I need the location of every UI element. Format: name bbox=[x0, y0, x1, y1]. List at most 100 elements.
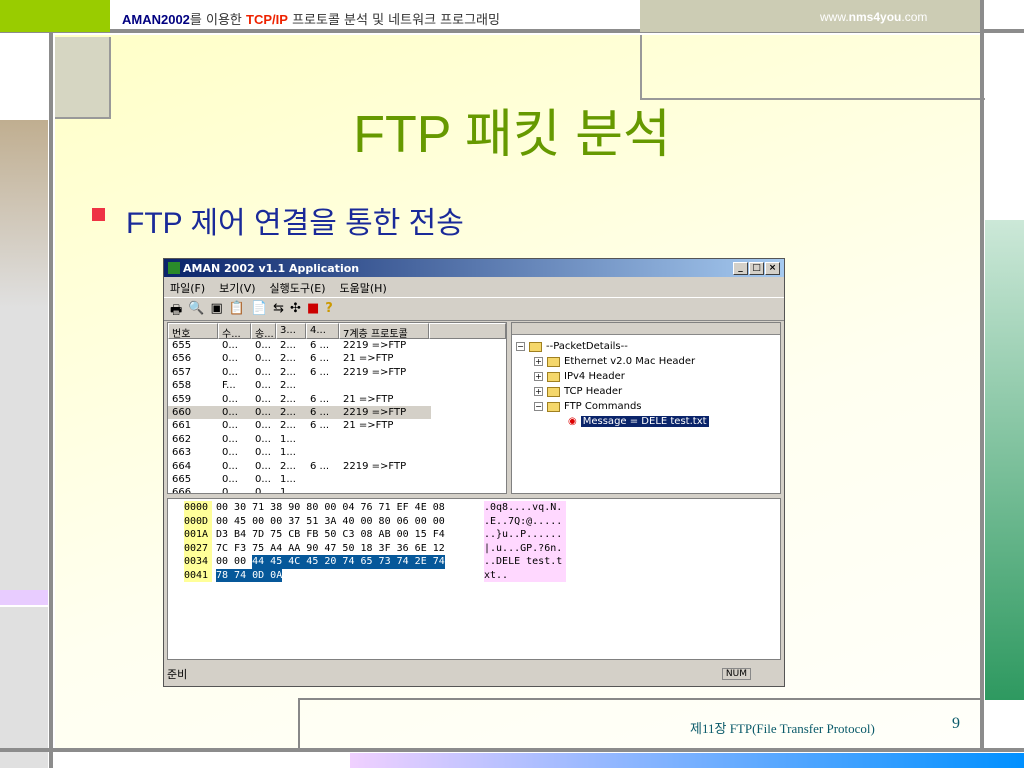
tree-leaf[interactable]: ◉ Message = DELE test.txt bbox=[516, 414, 776, 429]
menu-help[interactable]: 도움말(H) bbox=[340, 280, 387, 295]
decor-block bbox=[350, 753, 1024, 768]
tree-label: FTP Commands bbox=[564, 401, 642, 412]
table-cell: 1... bbox=[280, 473, 296, 485]
table-cell: 2219 =>FTP bbox=[343, 460, 407, 472]
table-row[interactable]: 664 0... 0... 2... 6 ... 2219 =>FTP bbox=[168, 460, 506, 473]
num-lock-indicator: NUM bbox=[721, 668, 751, 680]
print-icon[interactable]: 🖶 bbox=[170, 301, 182, 318]
table-row[interactable]: 655 0... 0... 2... 6 ... 2219 =>FTP bbox=[168, 339, 506, 352]
paste-icon[interactable]: 📄 bbox=[251, 301, 267, 317]
tree-item[interactable]: − FTP Commands bbox=[516, 399, 776, 414]
table-cell: 6 ... bbox=[310, 406, 330, 418]
table-cell: 666 bbox=[172, 487, 192, 494]
table-cell: 0... bbox=[255, 433, 271, 445]
header-url: www.nms4you.com bbox=[820, 10, 927, 24]
table-row[interactable]: 663 0... 0... 1... bbox=[168, 446, 506, 459]
tree-item[interactable]: + Ethernet v2.0 Mac Header bbox=[516, 354, 776, 369]
table-row[interactable]: 666 0... 0... 1... bbox=[168, 486, 506, 494]
clipboard-icon[interactable]: 📋 bbox=[229, 301, 245, 317]
packet-details-tree[interactable]: − --PacketDetails-- + Ethernet v2.0 Mac He… bbox=[511, 322, 781, 494]
table-cell: 1... bbox=[280, 447, 296, 459]
network-icon[interactable]: ✣ bbox=[290, 301, 301, 317]
decor-block bbox=[0, 120, 48, 590]
table-cell: 2... bbox=[280, 366, 296, 378]
tree-root[interactable]: − --PacketDetails-- bbox=[516, 339, 776, 354]
table-cell: 0... bbox=[255, 487, 271, 494]
column-header[interactable]: 번호 bbox=[168, 323, 218, 339]
hex-ascii: |.u...GP.?6n. bbox=[484, 541, 566, 555]
table-row[interactable]: 657 0... 0... 2... 6 ... 2219 =>FTP bbox=[168, 366, 506, 379]
menu-bar: 파일(F) 보기(V) 실행도구(E) 도움말(H) bbox=[164, 277, 784, 297]
table-cell: 657 bbox=[172, 366, 192, 378]
divider bbox=[0, 748, 1024, 752]
maximize-button[interactable]: □ bbox=[749, 261, 764, 275]
app-window: AMAN 2002 v1.1 Application _ □ × 파일(F) 보기(… bbox=[163, 258, 785, 687]
folder-icon bbox=[547, 371, 560, 382]
menu-file[interactable]: 파일(F) bbox=[170, 280, 205, 295]
table-cell: 659 bbox=[172, 393, 192, 405]
table-cell: 0... bbox=[255, 393, 271, 405]
packet-list[interactable]: 번호 수... 송... 3... 4... 7계층 프로토콜 655 0... 0… bbox=[167, 322, 507, 494]
slide-title: FTP 패킷 분석 bbox=[353, 106, 671, 164]
hex-row: 0027 7C F3 75 A4 AA 90 47 50 18 3F 36 6E … bbox=[168, 541, 780, 555]
table-cell: 2219 =>FTP bbox=[343, 366, 407, 378]
expand-icon[interactable]: + bbox=[534, 387, 543, 396]
expand-icon[interactable]: + bbox=[534, 357, 543, 366]
table-row[interactable]: 660 0... 0... 2... 6 ... 2219 =>FTP bbox=[168, 405, 506, 420]
folder-icon bbox=[547, 386, 560, 397]
monitor-icon[interactable]: ▣ bbox=[210, 301, 222, 317]
table-cell: 21 =>FTP bbox=[343, 393, 394, 405]
footer-chapter: 제11장 FTP(File Transfer Protocol) bbox=[690, 721, 875, 736]
table-row[interactable]: 658 F... 0... 2... bbox=[168, 379, 506, 392]
tree-item[interactable]: + IPv4 Header bbox=[516, 369, 776, 384]
table-cell: 0... bbox=[255, 406, 271, 418]
column-header[interactable]: 송... bbox=[251, 323, 276, 339]
table-cell: 0... bbox=[222, 460, 238, 472]
hex-ascii: xt.. bbox=[484, 568, 566, 582]
close-button[interactable]: × bbox=[765, 261, 780, 275]
connect-icon[interactable]: ⇆ bbox=[273, 301, 284, 317]
column-header[interactable]: 3... bbox=[276, 323, 306, 339]
decor-block bbox=[985, 220, 1024, 700]
minimize-button[interactable]: _ bbox=[733, 261, 748, 275]
tree-item[interactable]: + TCP Header bbox=[516, 384, 776, 399]
hex-view[interactable]: 0000 00 30 71 38 90 80 00 04 76 71 EF 4E … bbox=[167, 498, 781, 660]
column-header[interactable]: 수... bbox=[218, 323, 251, 339]
hex-plain: 00 45 00 00 37 51 3A 40 00 80 06 00 00 bbox=[216, 515, 445, 527]
table-cell: 2219 =>FTP bbox=[343, 406, 407, 418]
table-cell: 0... bbox=[222, 406, 238, 418]
table-row[interactable]: 662 0... 0... 1... bbox=[168, 433, 506, 446]
hex-off: 0000 bbox=[184, 501, 212, 515]
column-header[interactable]: 7계층 프로토콜 bbox=[339, 323, 429, 339]
collapse-icon[interactable]: − bbox=[534, 402, 543, 411]
table-cell: 662 bbox=[172, 433, 192, 445]
help-icon[interactable]: ? bbox=[325, 301, 333, 317]
menu-tools[interactable]: 실행도구(E) bbox=[270, 280, 326, 295]
url-part: nms4you bbox=[848, 10, 902, 24]
table-cell: 0... bbox=[255, 473, 271, 485]
hex-row: 0041 78 74 0D 0A xt.. bbox=[168, 568, 780, 582]
hex-row: 001A D3 B4 7D 75 CB FB 50 C3 08 AB 00 15 … bbox=[168, 528, 780, 542]
table-cell: 0... bbox=[255, 420, 271, 432]
table-row[interactable]: 661 0... 0... 2... 6 ... 21 =>FTP bbox=[168, 419, 506, 432]
print-preview-icon[interactable]: 🔍 bbox=[188, 301, 204, 317]
menu-view[interactable]: 보기(V) bbox=[219, 280, 255, 295]
window-title: AMAN 2002 v1.1 Application bbox=[183, 261, 360, 275]
collapse-icon[interactable]: − bbox=[516, 342, 525, 351]
table-cell: 21 =>FTP bbox=[343, 420, 394, 432]
expand-icon[interactable]: + bbox=[534, 372, 543, 381]
table-row[interactable]: 665 0... 0... 1... bbox=[168, 473, 506, 486]
table-row[interactable]: 656 0... 0... 2... 6 ... 21 =>FTP bbox=[168, 352, 506, 365]
bullet-icon bbox=[92, 208, 105, 221]
folder-icon bbox=[547, 401, 560, 412]
table-row[interactable]: 659 0... 0... 2... 6 ... 21 =>FTP bbox=[168, 393, 506, 406]
title-bar: AMAN 2002 v1.1 Application _ □ × bbox=[164, 259, 784, 277]
table-cell: 2... bbox=[280, 393, 296, 405]
column-header[interactable]: 4... bbox=[306, 323, 339, 339]
decor-frame bbox=[640, 35, 985, 100]
book-icon[interactable]: ■ bbox=[307, 301, 319, 317]
table-cell: 2... bbox=[280, 460, 296, 472]
header-text: 를 이용한 bbox=[189, 13, 247, 28]
hex-row: 0034 00 00 44 45 4C 45 20 74 65 73 74 2E … bbox=[168, 555, 780, 569]
decor-block bbox=[0, 607, 48, 768]
